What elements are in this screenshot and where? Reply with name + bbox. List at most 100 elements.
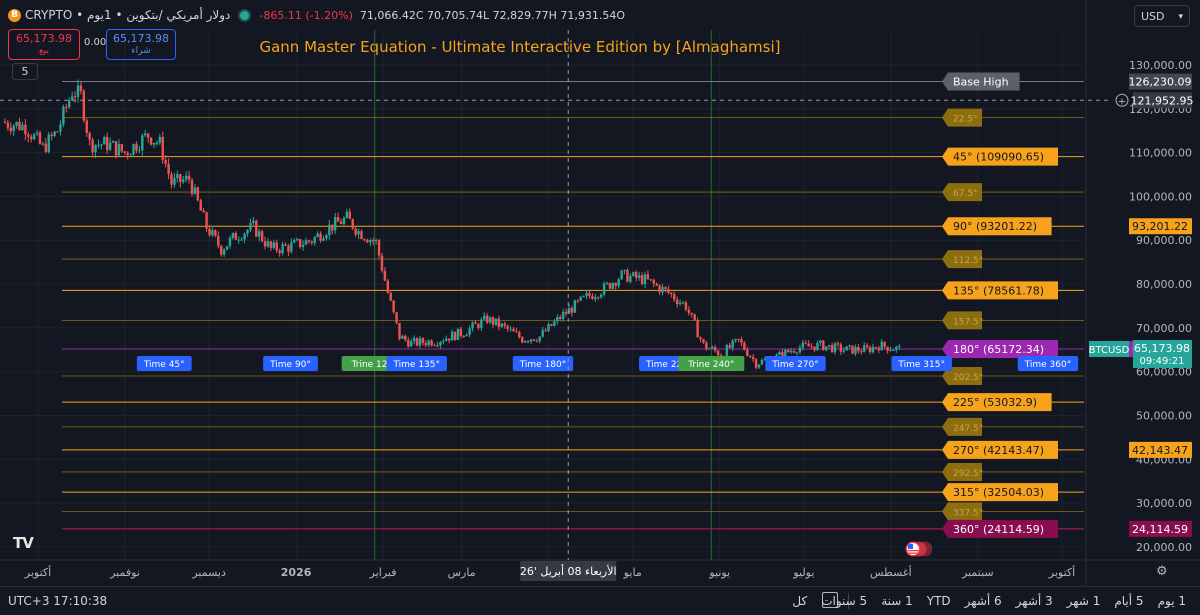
candle-body — [199, 200, 202, 211]
candle-body — [684, 302, 688, 310]
candle-body — [187, 175, 191, 180]
candle-body — [30, 136, 33, 140]
candle-body — [494, 318, 498, 325]
range-6m[interactable]: 6 أشهر — [965, 594, 1002, 608]
candle-body — [693, 314, 696, 321]
tradingview-logo[interactable]: TV — [13, 534, 34, 552]
crosshair-date-label: الأربعاء 08 أبريل '26 — [520, 564, 617, 578]
ohlc-values: -865.11 (-1.20%) 71,066.42C 70,705.74L 7… — [259, 9, 625, 22]
candle-body — [813, 346, 816, 351]
candle-body — [883, 341, 886, 347]
indicators-toggle[interactable]: 5 — [12, 63, 38, 80]
time-marker-label: Time 90° — [269, 360, 311, 370]
candle-body — [380, 255, 384, 271]
candle-body — [474, 322, 477, 324]
candle-body — [339, 221, 343, 225]
range-all[interactable]: كل — [792, 594, 807, 608]
currency-select[interactable]: USD ▾ — [1134, 5, 1190, 27]
buy-label: شراء — [131, 46, 151, 56]
market-status-icon[interactable] — [238, 8, 252, 22]
candle-body — [778, 352, 781, 355]
candle-body — [851, 345, 854, 354]
range-1y[interactable]: 1 سنة — [881, 594, 913, 608]
candle-body — [754, 359, 758, 368]
candle-body — [637, 275, 641, 278]
candle-body — [275, 242, 278, 251]
symbol-title[interactable]: دولار أمريكي /بتكوين • 1يوم • CRYPTO — [25, 8, 230, 22]
range-1m[interactable]: 1 شهر — [1067, 594, 1101, 608]
candle-body — [360, 231, 363, 240]
range-5d[interactable]: 5 أيام — [1114, 594, 1143, 608]
x-tick-label: أكتوبر — [1048, 565, 1075, 579]
candle-body — [371, 239, 375, 242]
candle-body — [848, 345, 851, 347]
candle-body — [585, 293, 588, 296]
gann-level-label: 135° (78561.78) — [953, 284, 1044, 297]
candle-body — [103, 137, 106, 145]
candle-body — [70, 96, 74, 101]
candle-body — [535, 340, 539, 342]
y-tick-label: 100,000.00 — [1129, 190, 1192, 203]
time-marker-label: Time 135° — [392, 360, 440, 370]
candle-body — [678, 302, 682, 305]
candle-body — [661, 287, 664, 293]
candle-body — [436, 345, 439, 347]
candle-body — [652, 279, 655, 284]
candle-body — [731, 340, 734, 348]
candle-body — [27, 134, 30, 137]
candle-body — [266, 241, 270, 247]
gann-level-label: 45° (109090.65) — [953, 151, 1044, 164]
economic-events-flag-icon[interactable] — [904, 540, 932, 558]
candle-body — [447, 338, 451, 341]
candle-body — [301, 244, 305, 248]
candle-body — [117, 144, 121, 156]
candle-body — [643, 274, 647, 285]
timezone-clock[interactable]: UTC+3 17:10:38 — [8, 594, 107, 608]
candle-body — [462, 335, 465, 337]
candle-body — [421, 338, 425, 343]
gann-level-label: 292.5° — [953, 469, 983, 479]
candle-body — [149, 137, 153, 145]
candle-body — [179, 174, 182, 183]
gear-icon[interactable]: ⚙ — [1156, 564, 1168, 579]
candle-body — [529, 339, 533, 342]
candle-body — [442, 341, 445, 343]
range-3m[interactable]: 3 أشهر — [1016, 594, 1053, 608]
candle-body — [167, 163, 170, 175]
candle-body — [234, 232, 238, 240]
price-chart[interactable]: 130,000.00120,000.00110,000.00100,000.00… — [0, 0, 1200, 614]
candle-body — [705, 342, 708, 349]
candle-body — [412, 338, 416, 342]
candle-body — [100, 144, 103, 146]
candle-body — [176, 174, 179, 179]
candle-body — [68, 100, 71, 108]
candle-body — [895, 346, 898, 351]
range-ytd[interactable]: YTD — [927, 594, 951, 608]
candle-body — [632, 272, 635, 276]
candle-body — [889, 350, 892, 352]
candle-body — [377, 240, 381, 256]
range-5y[interactable]: 5 سنوات — [821, 594, 867, 608]
sell-button[interactable]: 65,173.98 بيع — [8, 29, 80, 60]
time-marker-label: Time 270° — [771, 360, 819, 370]
candle-body — [725, 345, 729, 357]
candle-body — [50, 134, 53, 136]
candle-body — [623, 269, 626, 271]
range-1d[interactable]: 1 يوم — [1158, 594, 1186, 608]
candle-body — [260, 231, 264, 242]
candle-body — [35, 132, 39, 135]
candle-body — [345, 211, 349, 218]
candle-body — [579, 296, 582, 301]
candle-body — [407, 339, 410, 347]
price-change: -865.11 (-1.20%) — [259, 8, 353, 22]
candle-body — [582, 295, 585, 297]
candle-body — [298, 239, 302, 248]
buy-button[interactable]: 65,173.98 شراء — [106, 29, 176, 60]
candle-body — [635, 272, 638, 278]
candle-body — [830, 345, 834, 353]
y-tick-label: 110,000.00 — [1129, 147, 1192, 160]
candle-body — [860, 351, 863, 353]
candle-body — [9, 127, 12, 132]
candle-body — [237, 239, 240, 241]
candle-body — [111, 141, 115, 143]
